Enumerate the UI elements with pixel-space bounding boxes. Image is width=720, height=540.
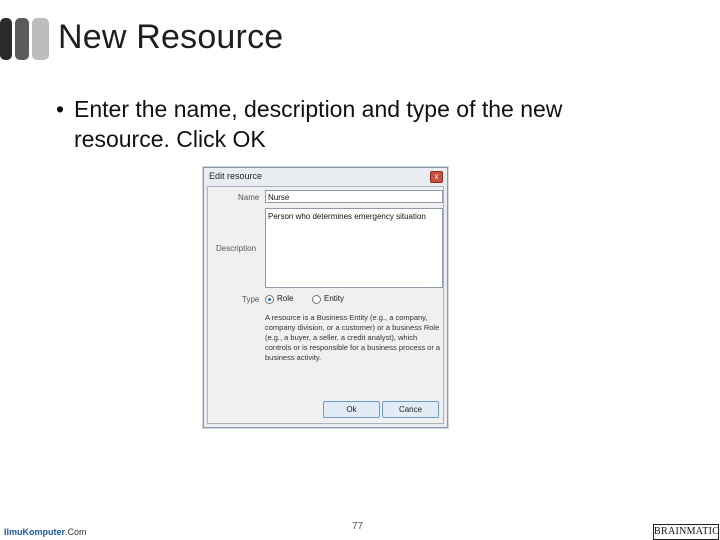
help-text: A resource is a Business Entity (e.g., a…	[265, 313, 441, 362]
type-label: Type	[242, 295, 260, 304]
footer-logo-domain: .Com	[65, 527, 87, 537]
description-field[interactable]: Person who determines emergency situatio…	[265, 208, 443, 288]
page-number: 77	[352, 521, 364, 532]
title-decoration-bar-1	[0, 18, 12, 60]
name-label: Name	[238, 193, 260, 202]
close-icon[interactable]: x	[430, 171, 443, 183]
brand-logo: BRAINMATICS	[653, 524, 720, 540]
title-decoration-bar-2	[15, 18, 29, 60]
ok-button[interactable]: Ok	[323, 401, 380, 418]
description-label: Description	[216, 244, 257, 253]
dialog-title: Edit resource	[209, 171, 263, 181]
name-field[interactable]: Nurse	[265, 190, 443, 203]
footer-logo-main: IlmuKomputer	[4, 527, 66, 537]
radio-role[interactable]	[265, 295, 274, 304]
cancel-button[interactable]: Cance	[382, 401, 439, 418]
footer-logo: IlmuKomputer.Com	[4, 527, 87, 537]
radio-entity[interactable]	[312, 295, 321, 304]
edit-resource-dialog: Edit resource x Name Nurse Description P…	[203, 167, 448, 428]
radio-role-label[interactable]: Role	[277, 294, 293, 303]
slide-title: New Resource	[58, 18, 284, 56]
title-decoration-bar-3	[32, 18, 49, 60]
radio-entity-label[interactable]: Entity	[324, 294, 344, 303]
dialog-body: Name Nurse Description Person who determ…	[207, 186, 444, 424]
bullet-dot: •	[56, 96, 65, 122]
bullet-text: Enter the name, description and type of …	[74, 96, 563, 152]
